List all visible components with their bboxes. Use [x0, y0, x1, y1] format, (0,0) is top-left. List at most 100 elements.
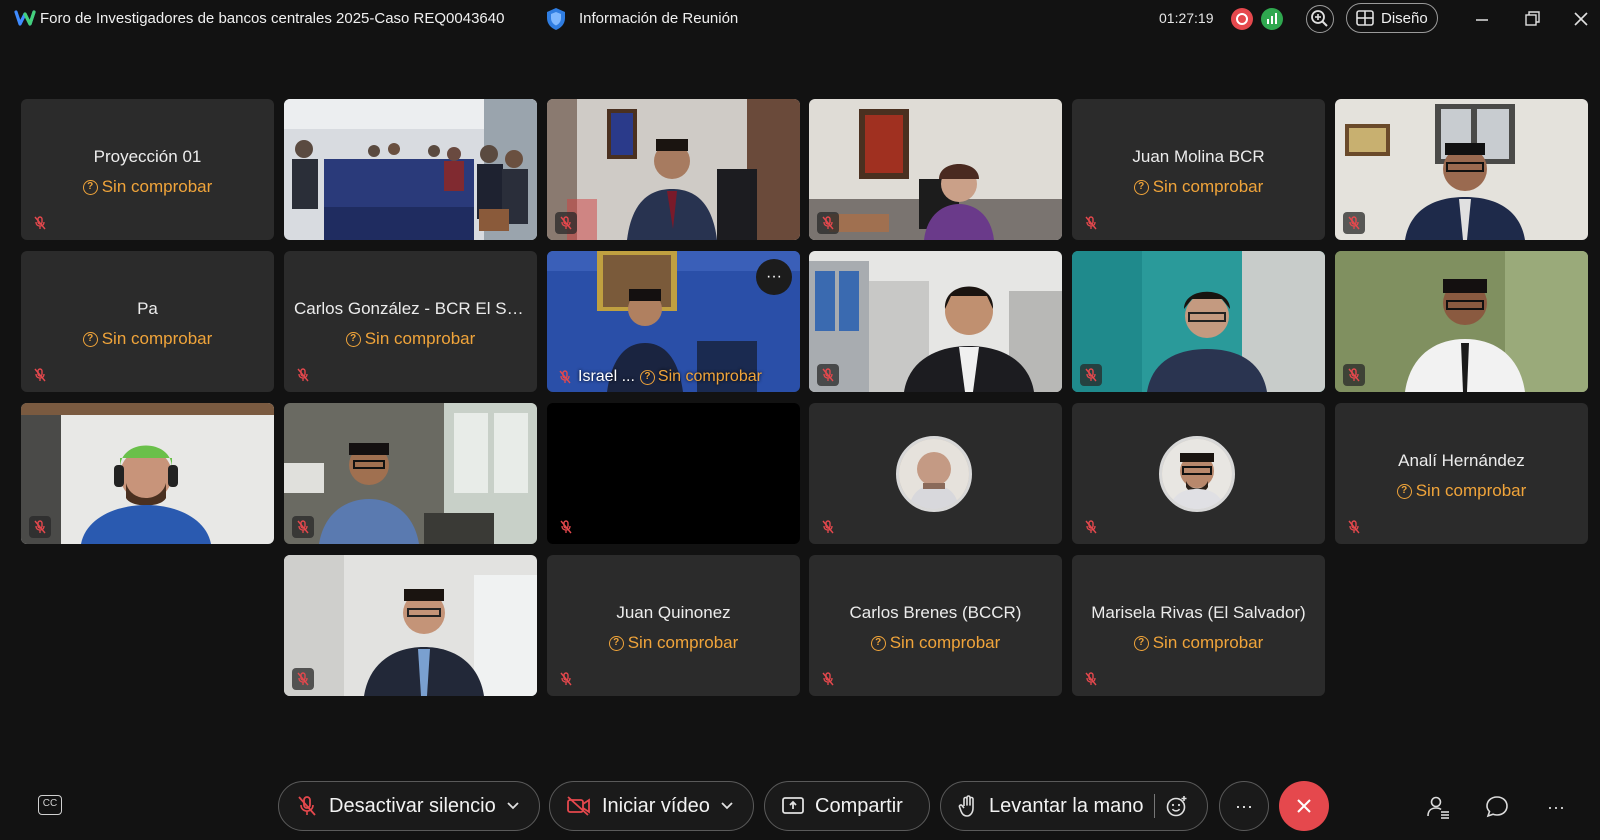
recording-icon[interactable] [1231, 8, 1253, 30]
start-video-button[interactable]: Iniciar vídeo [549, 781, 754, 831]
unmute-label: Desactivar silencio [329, 794, 496, 817]
participant-video-conference-room[interactable] [284, 99, 537, 240]
video-feed [21, 403, 274, 544]
muted-mic-icon [1343, 516, 1365, 538]
participant-tile-carlos-gonzalez[interactable]: Carlos González - BCR El Sa... ? Sin comp… [284, 251, 537, 392]
participant-label: Israel ... ? Sin comprobar [557, 368, 762, 386]
muted-mic-icon [292, 516, 314, 538]
video-feed [284, 555, 537, 696]
muted-mic-icon [29, 516, 51, 538]
network-health-icon[interactable] [1261, 8, 1283, 30]
chevron-down-icon[interactable] [506, 801, 520, 811]
video-feed [284, 403, 537, 544]
participant-video-man-window[interactable] [284, 403, 537, 544]
participant-name: Carlos Brenes (BCCR) [849, 603, 1022, 622]
closed-captions-icon[interactable]: CC [38, 795, 62, 815]
title-bar: Foro de Investigadores de bancos central… [0, 0, 1600, 38]
muted-mic-icon [292, 364, 314, 386]
start-video-label: Iniciar vídeo [602, 794, 710, 817]
unverified-status: ? Sin comprobar [21, 329, 274, 349]
unmute-button[interactable]: Desactivar silencio [278, 781, 540, 831]
participant-tile-anali[interactable]: Analí Hernández ? Sin comprobar [1335, 403, 1588, 544]
question-icon: ? [345, 331, 361, 347]
meeting-title: Foro de Investigadores de bancos central… [40, 10, 505, 27]
share-button[interactable]: Compartir [764, 781, 930, 831]
chat-icon[interactable] [1483, 793, 1511, 821]
participant-tile-juan-quinonez[interactable]: Juan Quinonez ? Sin comprobar [547, 555, 800, 696]
participant-video-israel[interactable]: ··· Israel ... ? Sin comprobar [547, 251, 800, 392]
unverified-status: ? Sin comprobar [809, 633, 1062, 653]
avatar [1159, 436, 1235, 512]
question-icon: ? [1133, 179, 1149, 195]
participant-video-man-suit[interactable] [547, 99, 800, 240]
muted-mic-icon [1343, 212, 1365, 234]
muted-mic-icon [817, 364, 839, 386]
muted-mic-icon [1343, 364, 1365, 386]
more-options-button[interactable]: ··· [1219, 781, 1269, 831]
zoom-icon[interactable] [1306, 5, 1334, 33]
layout-button[interactable]: Diseño [1346, 3, 1438, 33]
hand-icon [958, 795, 974, 817]
leave-meeting-button[interactable] [1279, 781, 1329, 831]
muted-mic-icon [817, 668, 839, 690]
avatar [896, 436, 972, 512]
share-screen-icon [782, 797, 804, 814]
participant-tile-avatar-bald[interactable] [809, 403, 1062, 544]
video-feed [809, 251, 1062, 392]
participant-name: Proyección 01 [93, 147, 202, 166]
question-icon: ? [639, 369, 655, 385]
question-icon: ? [608, 635, 624, 651]
close-icon [1297, 799, 1311, 813]
muted-mic-icon [555, 668, 577, 690]
webex-logo-icon [14, 10, 36, 26]
raise-hand-label: Levantar la mano [989, 794, 1144, 817]
muted-mic-icon [29, 212, 51, 234]
chevron-down-icon[interactable] [720, 801, 734, 811]
participant-tile-carlos-brenes[interactable]: Carlos Brenes (BCCR) ? Sin comprobar [809, 555, 1062, 696]
restore-icon[interactable] [1519, 6, 1545, 32]
shield-icon[interactable] [545, 7, 567, 31]
muted-mic-icon [555, 212, 577, 234]
more-options-icon[interactable]: ··· [756, 259, 792, 295]
meeting-info-button[interactable]: Información de Reunión [579, 10, 738, 27]
participant-tile-proyeccion[interactable]: Proyección 01 ? Sin comprobar [21, 99, 274, 240]
participant-video-man-office[interactable] [284, 555, 537, 696]
participant-video-woman-headset[interactable] [809, 99, 1062, 240]
participant-name: Juan Quinonez [616, 603, 731, 622]
close-icon[interactable] [1568, 6, 1594, 32]
participant-video-woman-office[interactable] [809, 251, 1062, 392]
participants-icon[interactable] [1424, 793, 1452, 821]
question-icon: ? [82, 179, 98, 195]
unverified-status: ? Sin comprobar [639, 368, 762, 386]
participant-name: Marisela Rivas (El Salvador) [1091, 603, 1306, 622]
participant-video-blank[interactable] [547, 403, 800, 544]
unverified-status: ? Sin comprobar [547, 633, 800, 653]
participant-tile-marisela[interactable]: Marisela Rivas (El Salvador) ? Sin compro… [1072, 555, 1325, 696]
video-feed [284, 99, 537, 240]
more-icon[interactable]: ··· [1542, 793, 1570, 821]
divider [1153, 794, 1155, 818]
raise-hand-button[interactable]: Levantar la mano [940, 781, 1208, 831]
participant-tile-avatar-glasses[interactable] [1072, 403, 1325, 544]
participant-video-young-man[interactable] [1335, 251, 1588, 392]
participant-video-man-headphones[interactable] [21, 403, 274, 544]
participant-video-man-glasses[interactable] [1335, 99, 1588, 240]
video-feed [1335, 99, 1588, 240]
minimize-icon[interactable] [1469, 6, 1495, 32]
unverified-status: ? Sin comprobar [1072, 633, 1325, 653]
reactions-icon[interactable] [1165, 794, 1189, 818]
muted-mic-icon [559, 370, 571, 384]
video-off-icon [567, 796, 590, 816]
question-icon: ? [870, 635, 886, 651]
unverified-status: ? Sin comprobar [1072, 177, 1325, 197]
participant-tile-pa[interactable]: Pa ? Sin comprobar [21, 251, 274, 392]
video-feed [1072, 251, 1325, 392]
muted-mic-icon [817, 516, 839, 538]
participant-video-man-teal[interactable] [1072, 251, 1325, 392]
muted-mic-icon [817, 212, 839, 234]
video-feed [809, 99, 1062, 240]
video-feed [547, 99, 800, 240]
layout-label: Diseño [1381, 9, 1428, 27]
participant-tile-juan-molina[interactable]: Juan Molina BCR ? Sin comprobar [1072, 99, 1325, 240]
participant-name: Analí Hernández [1398, 451, 1525, 470]
